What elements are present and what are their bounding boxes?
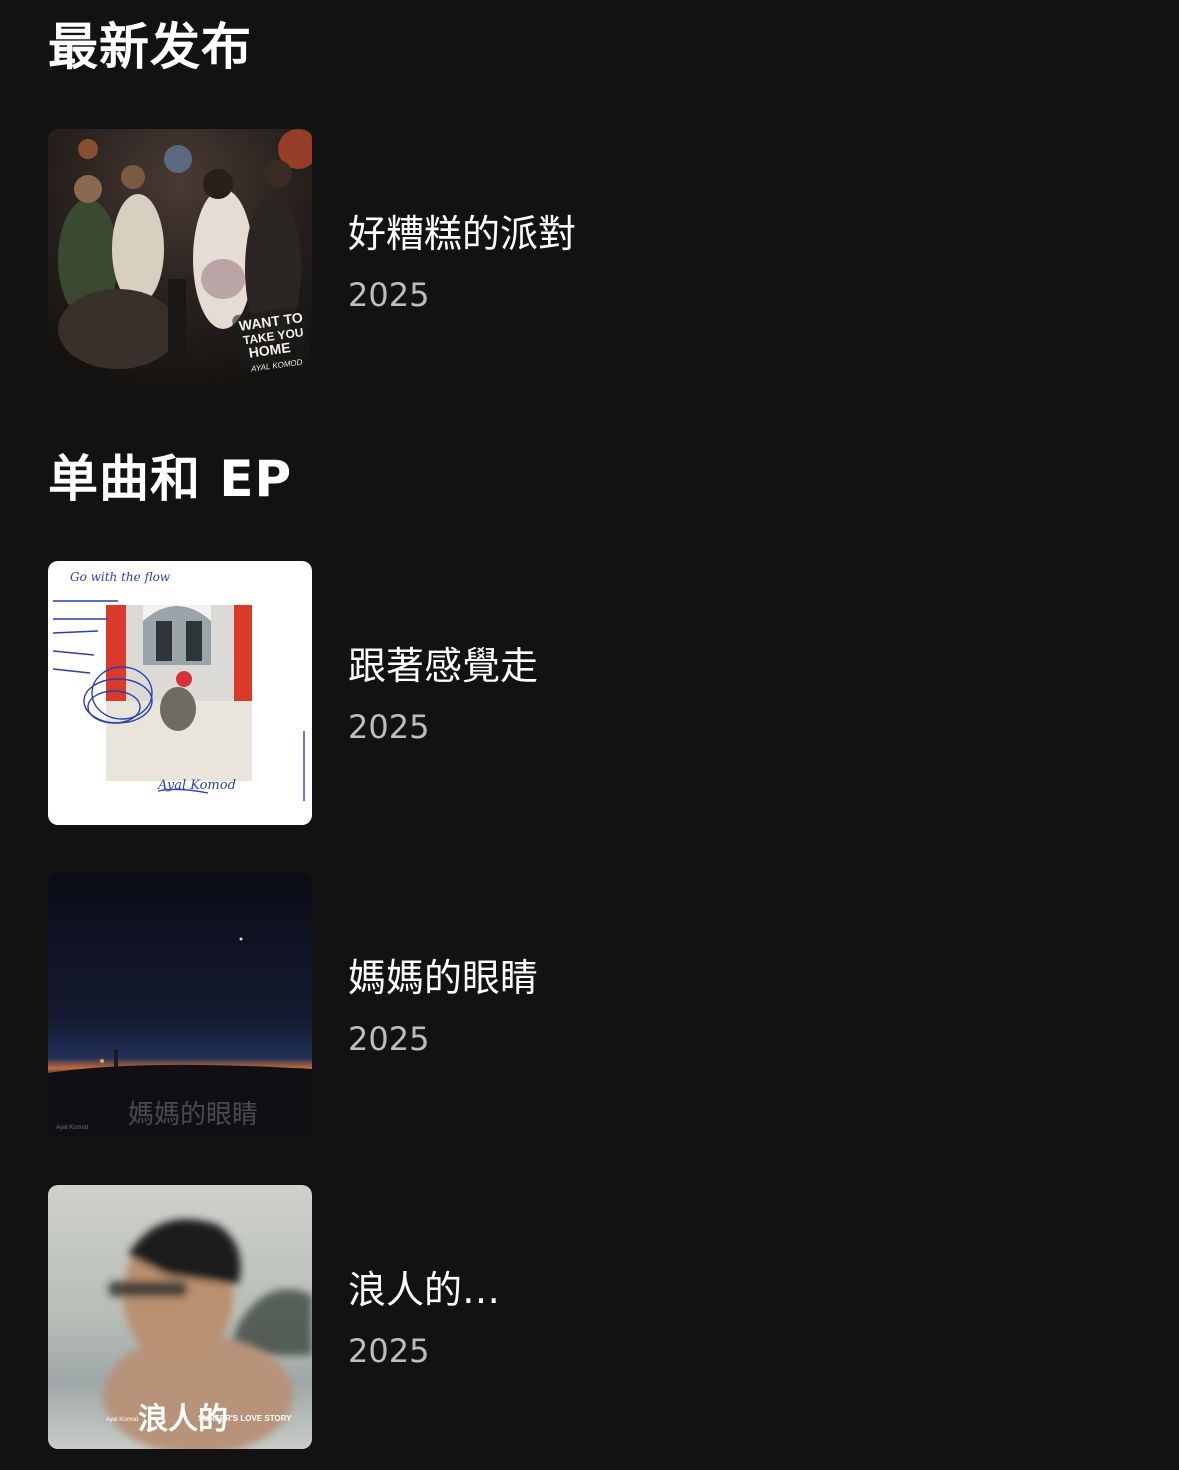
album-cover[interactable]: 浪人的 SURFER'S LOVE STORY Ayal Komod	[48, 1185, 312, 1449]
album-cover[interactable]: Go with the flow Ayal Komod	[48, 561, 312, 825]
release-title[interactable]: 浪人的…	[348, 1267, 500, 1313]
album-cover-art: 媽媽的眼睛 Ayal Komod	[48, 873, 312, 1137]
section-title-latest-release: 最新发布	[48, 18, 252, 76]
cover-artist-text: Ayal Komod	[106, 1417, 138, 1423]
release-year: 2025	[348, 1020, 430, 1058]
cover-handwriting-text: Go with the flow	[70, 570, 171, 584]
release-row-single-3[interactable]: 浪人的 SURFER'S LOVE STORY Ayal Komod 浪人的… …	[48, 1185, 1179, 1449]
section-title-singles-ep: 单曲和 EP	[48, 450, 293, 508]
release-row-latest-1[interactable]: WANT TO TAKE YOU HOME AYAL KOMOD 好糟糕的派對 …	[48, 129, 1179, 393]
album-cover-art: 浪人的 SURFER'S LOVE STORY Ayal Komod	[48, 1185, 312, 1449]
cover-artist-text: Ayal Komod	[157, 778, 236, 793]
album-cover[interactable]: WANT TO TAKE YOU HOME AYAL KOMOD	[48, 129, 312, 393]
release-row-single-2[interactable]: 媽媽的眼睛 Ayal Komod 媽媽的眼睛 2025	[48, 873, 1179, 1137]
release-title[interactable]: 跟著感覺走	[348, 643, 538, 689]
album-cover-art: Go with the flow Ayal Komod	[48, 561, 312, 825]
release-title[interactable]: 媽媽的眼睛	[348, 955, 538, 1001]
release-year: 2025	[348, 708, 430, 746]
release-year: 2025	[348, 276, 430, 314]
cover-subtitle-text: SURFER'S LOVE STORY	[198, 1414, 292, 1423]
album-cover[interactable]: 媽媽的眼睛 Ayal Komod	[48, 873, 312, 1137]
album-cover-art: WANT TO TAKE YOU HOME AYAL KOMOD	[48, 129, 312, 393]
release-year: 2025	[348, 1332, 430, 1370]
cover-title-text: 媽媽的眼睛	[128, 1100, 258, 1130]
release-row-single-1[interactable]: Go with the flow Ayal Komod 跟著感覺走 2025	[48, 561, 1179, 825]
release-title[interactable]: 好糟糕的派對	[348, 211, 576, 257]
cover-artist-text: Ayal Komod	[56, 1125, 88, 1131]
